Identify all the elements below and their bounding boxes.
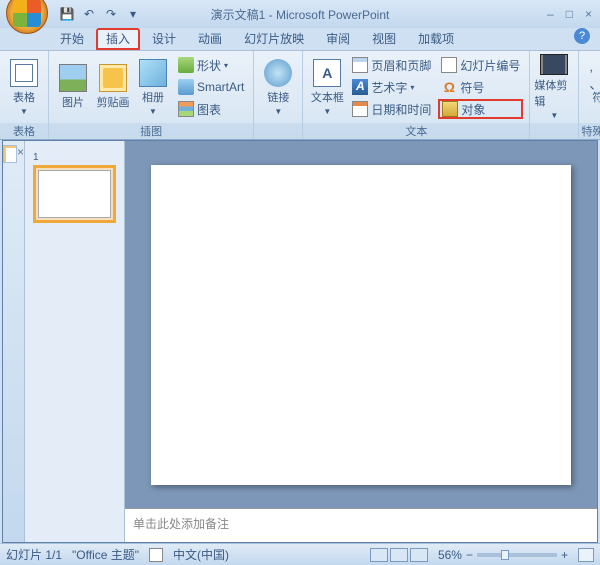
zoom-in-button[interactable]: +: [561, 548, 568, 562]
status-slide-count: 幻灯片 1/1: [6, 546, 62, 563]
media-clip-button[interactable]: 媒体剪辑▼: [534, 54, 574, 120]
tab-animation[interactable]: 动画: [188, 28, 232, 50]
panel-close-icon[interactable]: ×: [17, 145, 24, 163]
tab-home[interactable]: 开始: [50, 28, 94, 50]
clipart-button[interactable]: 剪贴画: [93, 54, 133, 120]
tab-review[interactable]: 审阅: [316, 28, 360, 50]
status-theme: "Office 主题": [72, 546, 139, 563]
slide[interactable]: [151, 165, 571, 485]
fit-to-window-button[interactable]: [578, 548, 594, 562]
group-tables-label: 表格: [0, 123, 48, 139]
tab-view[interactable]: 视图: [362, 28, 406, 50]
tab-addin[interactable]: 加载项: [408, 28, 464, 50]
sorter-view-button[interactable]: [390, 548, 408, 562]
zoom-slider[interactable]: [477, 553, 557, 557]
save-icon[interactable]: 💾: [58, 5, 76, 23]
smartart-button[interactable]: SmartArt: [175, 77, 247, 97]
object-button[interactable]: 对象: [438, 99, 523, 119]
redo-icon[interactable]: ↷: [102, 5, 120, 23]
textbox-button[interactable]: A文本框▼: [307, 54, 347, 120]
zoom-level[interactable]: 56%: [438, 548, 462, 562]
wordart-button[interactable]: A艺术字▾: [349, 77, 434, 97]
group-text-label: 文本: [303, 123, 529, 139]
maximize-button[interactable]: □: [566, 7, 573, 21]
normal-view-button[interactable]: [370, 548, 388, 562]
picture-button[interactable]: 图片: [53, 54, 93, 120]
shapes-button[interactable]: 形状▾: [175, 55, 247, 75]
qat-dropdown-icon[interactable]: ▾: [124, 5, 142, 23]
special-symbol-button[interactable]: , ; 、符号▼: [583, 54, 600, 120]
group-illustrations-label: 插图: [49, 123, 253, 139]
album-button[interactable]: 相册▼: [133, 54, 173, 120]
thumbnail-number: 1: [33, 152, 39, 163]
notes-pane[interactable]: 单击此处添加备注: [125, 508, 597, 542]
hyperlink-button[interactable]: 链接▼: [258, 54, 298, 120]
tab-slideshow[interactable]: 幻灯片放映: [234, 28, 314, 50]
help-icon[interactable]: ?: [574, 28, 590, 44]
slide-canvas[interactable]: [125, 141, 597, 508]
undo-icon[interactable]: ↶: [80, 5, 98, 23]
spellcheck-icon[interactable]: [149, 548, 163, 562]
group-special-label: 特殊符号: [579, 123, 600, 139]
symbol-button[interactable]: Ω符号: [438, 77, 523, 97]
status-language[interactable]: 中文(中国): [173, 546, 229, 563]
slide-number-button[interactable]: 幻灯片编号: [438, 55, 523, 75]
tab-design[interactable]: 设计: [142, 28, 186, 50]
slides-tab-icon[interactable]: [3, 145, 17, 163]
chart-button[interactable]: 图表: [175, 99, 247, 119]
header-footer-button[interactable]: 页眉和页脚: [349, 55, 434, 75]
close-button[interactable]: ×: [585, 7, 592, 21]
zoom-out-button[interactable]: −: [466, 548, 473, 562]
date-time-button[interactable]: 日期和时间: [349, 99, 434, 119]
table-button[interactable]: 表格▼: [4, 54, 44, 120]
minimize-button[interactable]: –: [547, 7, 554, 21]
slideshow-view-button[interactable]: [410, 548, 428, 562]
tab-insert[interactable]: 插入: [96, 28, 140, 50]
slide-thumbnail[interactable]: [33, 165, 116, 223]
